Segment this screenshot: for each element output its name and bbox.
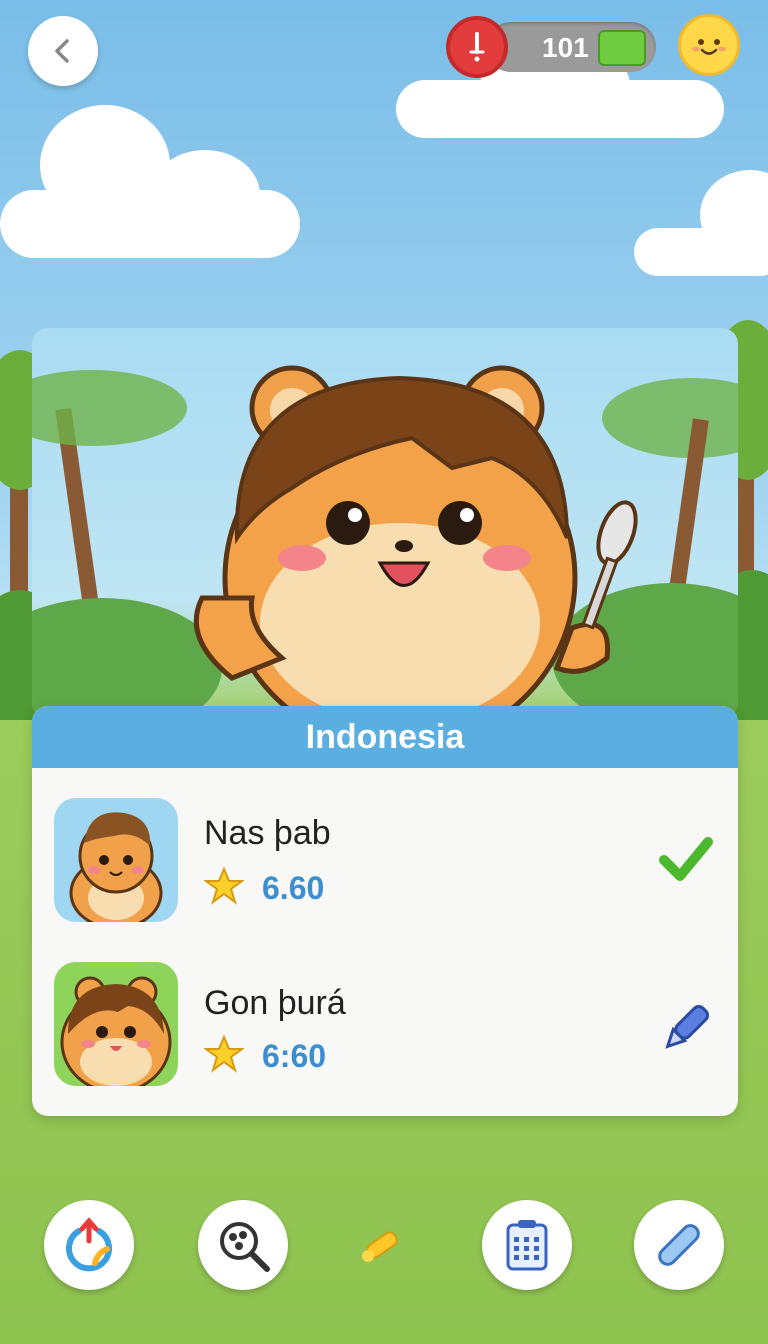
alert-icon [469,32,485,62]
card-title: Indonesia [32,706,738,768]
pen-icon[interactable] [656,998,716,1058]
avatar [54,962,178,1086]
leaderboard-card: Indonesia Nas þab 6.60 Gon þurá 6:60 [32,706,738,1116]
checkmark-icon [659,837,713,881]
cloud-left-puff [40,105,170,225]
currency-chip-icon [598,30,646,66]
bandage-button[interactable] [634,1200,724,1290]
hamster-avatar-icon [60,976,172,1086]
star-icon [204,1034,244,1073]
cloud-left-puff2 [150,150,260,240]
calendar-icon [506,1220,548,1271]
avatar [54,798,178,922]
profile-button[interactable] [678,14,740,76]
coin-count: 101 [542,32,589,63]
player-score: 6.60 [262,870,325,906]
list-item[interactable]: Gon þurá 6:60 [32,952,738,1102]
star-icon [204,866,244,905]
bandage-icon [658,1224,700,1266]
list-item[interactable]: Nas þab 6.60 [32,782,738,932]
currency-bar[interactable]: 101 [486,22,656,72]
squirrel-avatar-icon [69,812,163,922]
player-name: Gon þurá [204,984,346,1022]
calendar-button[interactable] [482,1200,572,1290]
hamster-mascot-icon [193,365,638,718]
refresh-button[interactable] [44,1200,134,1290]
player-score: 6:60 [262,1038,327,1074]
refresh-icon [66,1217,112,1272]
alert-button[interactable] [446,16,508,78]
magnifier-icon [220,1222,270,1272]
back-button[interactable] [28,16,98,86]
star-sparkle-icon[interactable] [356,1220,406,1270]
chevron-left-icon [55,39,69,63]
search-button[interactable] [198,1200,288,1290]
mascot-panel [32,328,738,718]
player-name: Nas þab [204,814,331,852]
smiley-face-icon [692,39,726,55]
